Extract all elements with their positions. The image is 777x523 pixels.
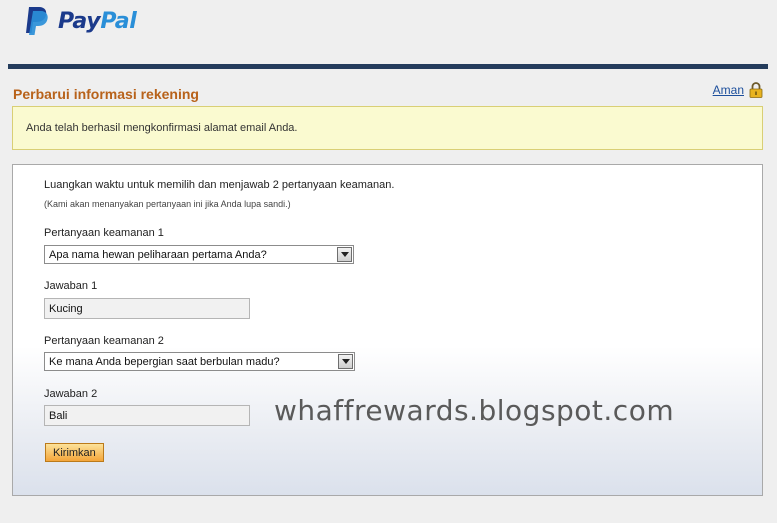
secure-indicator: Aman [713,82,763,98]
chevron-down-icon[interactable] [338,354,353,369]
header-divider [8,64,768,69]
question1-selected: Apa nama hewan peliharaan pertama Anda? [49,248,267,261]
security-questions-form: Luangkan waktu untuk memilih dan menjawa… [12,164,763,496]
watermark-text: whaffrewards.blogspot.com [274,394,675,427]
question1-label: Pertanyaan keamanan 1 [44,227,164,239]
notice-text: Anda telah berhasil mengkonfirmasi alama… [26,122,298,134]
question2-selected: Ke mana Anda bepergian saat berbulan mad… [49,355,280,368]
header: PayPal [0,0,777,64]
answer2-input[interactable] [44,405,250,426]
form-intro-note: (Kami akan menanyakan pertanyaan ini jik… [44,199,291,209]
success-notice: Anda telah berhasil mengkonfirmasi alama… [12,106,763,150]
lock-icon [749,82,763,98]
question2-label: Pertanyaan keamanan 2 [44,335,164,347]
chevron-down-icon[interactable] [337,247,352,262]
page-title: Perbarui informasi rekening [13,86,199,102]
form-intro: Luangkan waktu untuk memilih dan menjawa… [44,179,395,191]
question2-select[interactable]: Ke mana Anda bepergian saat berbulan mad… [44,352,355,371]
paypal-logo[interactable]: PayPal [24,6,137,36]
paypal-wordmark: PayPal [58,8,137,34]
paypal-p-icon [26,7,48,35]
answer1-input[interactable] [44,298,250,319]
submit-button[interactable]: Kirimkan [45,443,104,462]
secure-link[interactable]: Aman [713,83,744,97]
question1-select[interactable]: Apa nama hewan peliharaan pertama Anda? [44,245,354,264]
answer1-label: Jawaban 1 [44,280,98,292]
answer2-label: Jawaban 2 [44,388,98,400]
